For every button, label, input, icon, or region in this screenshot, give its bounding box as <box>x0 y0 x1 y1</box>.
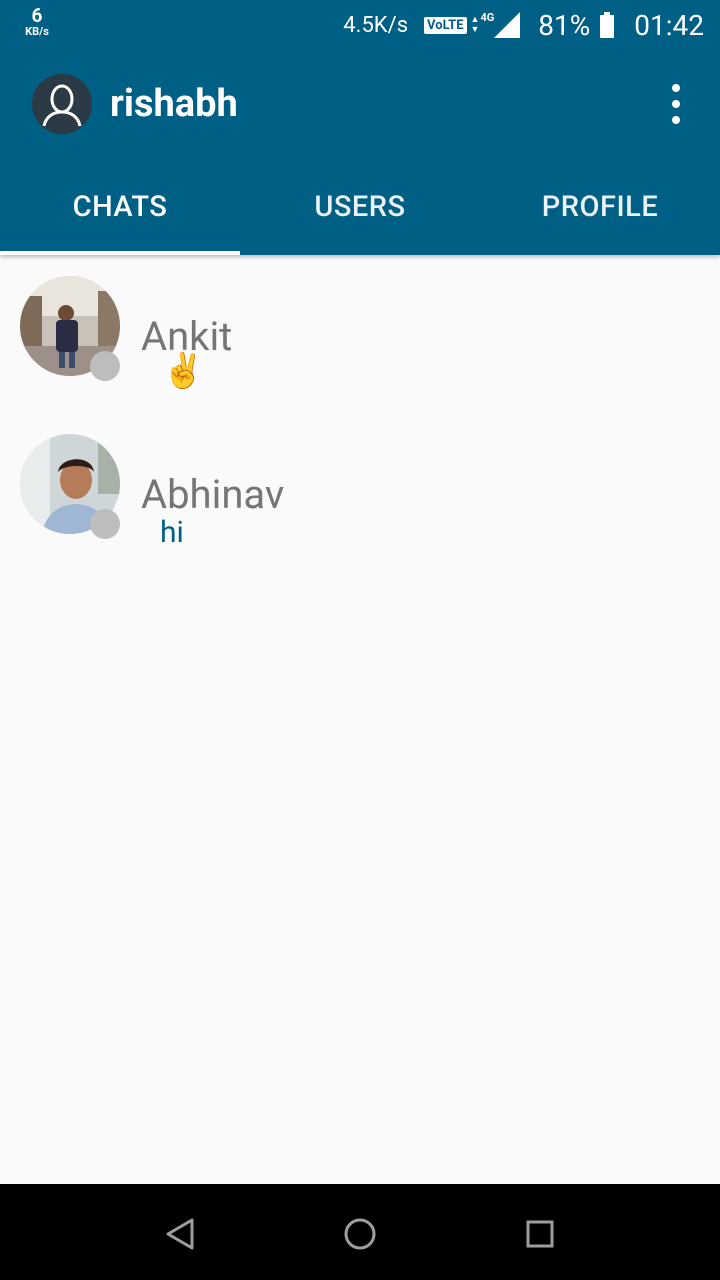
battery-icon <box>600 12 615 38</box>
self-avatar[interactable] <box>32 74 92 134</box>
presence-indicator <box>90 509 120 539</box>
network-type: 4G <box>480 10 495 24</box>
clock: 01:42 <box>634 8 704 42</box>
data-speed-unit: KB/s <box>25 25 49 38</box>
status-bar: 6 KB/s 4.5K/s VoLTE ▲ ▼ 4G 81% 01:42 <box>0 0 720 50</box>
tab-chats[interactable]: CHATS <box>0 158 240 255</box>
data-speed-indicator: 6 KB/s <box>20 6 54 38</box>
chat-last-message: hi <box>160 515 184 550</box>
triangle-back-icon[interactable] <box>160 1214 200 1254</box>
chat-item-ankit[interactable]: Ankit ✌️ <box>0 255 720 413</box>
square-recents-icon[interactable] <box>520 1214 560 1254</box>
system-nav-bar <box>0 1184 720 1280</box>
chat-last-message: ✌️ <box>162 351 205 391</box>
app-bar: rishabh CHATS USERS PROFILE <box>0 50 720 255</box>
chat-list: Ankit ✌️ Abhinav hi <box>0 255 720 571</box>
tab-users[interactable]: USERS <box>240 158 480 255</box>
signal-strength-icon <box>494 12 521 38</box>
app-title-username: rishabh <box>110 82 238 126</box>
data-speed-value: 6 <box>31 4 43 27</box>
volte-badge: VoLTE <box>424 16 467 34</box>
tab-bar: CHATS USERS PROFILE <box>0 158 720 255</box>
person-outline-icon <box>42 84 82 127</box>
chat-item-abhinav[interactable]: Abhinav hi <box>0 413 720 571</box>
data-activity-icon: ▲ ▼ <box>470 15 480 35</box>
presence-indicator <box>90 351 120 381</box>
tab-profile[interactable]: PROFILE <box>480 158 720 255</box>
network-speed: 4.5K/s <box>343 12 409 38</box>
chat-name: Abhinav <box>141 471 285 518</box>
circle-home-icon[interactable] <box>340 1214 380 1254</box>
battery-percent: 81% <box>538 8 591 42</box>
more-vert-icon[interactable] <box>658 84 694 124</box>
